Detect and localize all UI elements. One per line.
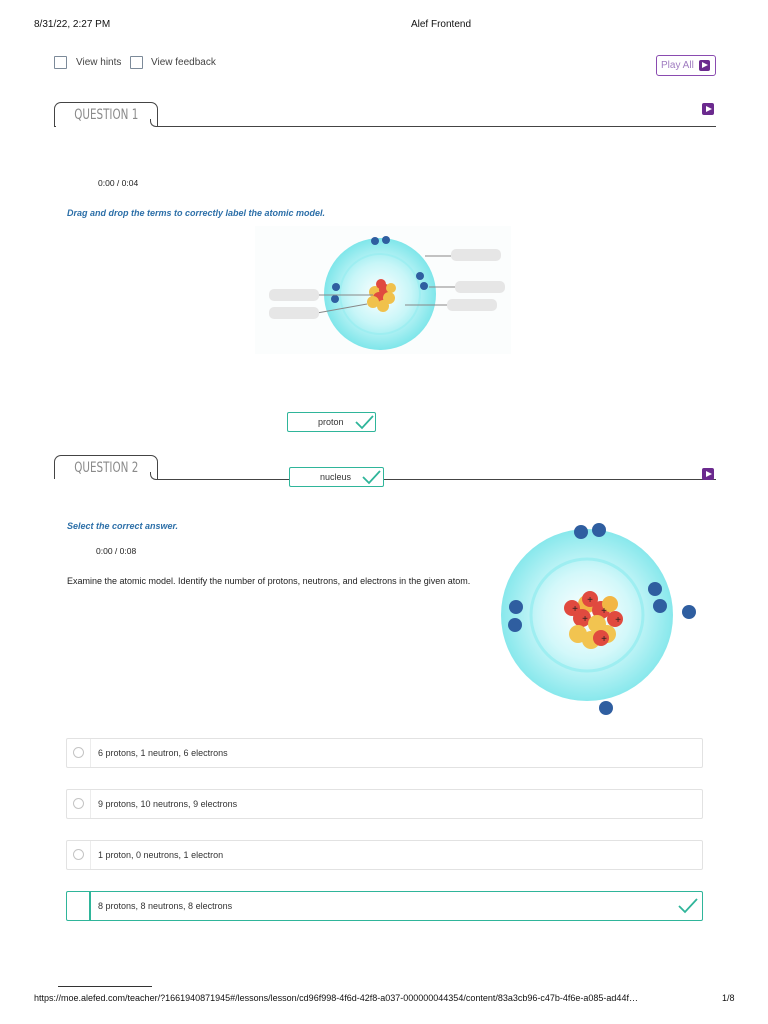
- svg-text:+: +: [587, 595, 593, 606]
- svg-text:+: +: [572, 604, 578, 615]
- question-2-tab: QUESTION 2: [54, 455, 158, 479]
- view-feedback-label[interactable]: View feedback: [151, 57, 216, 68]
- question-2-timestamp: 0:00 / 0:08: [96, 546, 137, 556]
- chip-proton-label: proton: [318, 417, 344, 427]
- radio-area[interactable]: [67, 841, 91, 869]
- answer-option-label: 8 protons, 8 neutrons, 8 electrons: [98, 901, 233, 911]
- answer-option[interactable]: 9 protons, 10 neutrons, 9 electrons: [66, 789, 703, 819]
- radio-icon[interactable]: [73, 747, 84, 758]
- play-all-label: Play All: [661, 60, 694, 71]
- atomic-model-oxygen-image: + + + + + +: [501, 523, 696, 715]
- answer-option-label: 9 protons, 10 neutrons, 9 electrons: [98, 799, 238, 809]
- svg-text:+: +: [582, 614, 588, 625]
- radio-area[interactable]: [67, 790, 91, 818]
- atomic-model-labeling-image: [255, 226, 511, 354]
- drop-zone[interactable]: [447, 299, 497, 311]
- answer-option-correct[interactable]: 8 protons, 8 neutrons, 8 electrons: [66, 891, 703, 921]
- view-hints-label[interactable]: View hints: [76, 57, 121, 68]
- question-2-play-icon[interactable]: [702, 468, 714, 480]
- svg-text:+: +: [601, 606, 607, 617]
- question-2-prompt: Examine the atomic model. Identify the n…: [67, 576, 471, 586]
- question-1-tab: QUESTION 1: [54, 102, 158, 126]
- radio-area[interactable]: [67, 739, 91, 767]
- question-2-divider: [158, 479, 716, 480]
- checkmark-icon: [354, 415, 374, 430]
- drop-zone[interactable]: [455, 281, 505, 293]
- svg-text:+: +: [615, 615, 621, 626]
- question-1-play-icon[interactable]: [702, 103, 714, 115]
- checkmark-icon: [362, 470, 381, 485]
- answer-option-label: 1 proton, 0 neutrons, 1 electron: [98, 850, 224, 860]
- question-2-title: QUESTION 2: [73, 459, 139, 476]
- print-page-number: 1/8: [722, 993, 735, 1003]
- chip-nucleus[interactable]: nucleus: [289, 467, 384, 487]
- question-1-timestamp: 0:00 / 0:04: [98, 178, 139, 188]
- radio-icon[interactable]: [73, 798, 84, 809]
- question-1-title: QUESTION 1: [73, 106, 139, 123]
- drop-zone[interactable]: [269, 307, 319, 319]
- question-1-instruction: Drag and drop the terms to correctly lab…: [67, 208, 326, 218]
- answer-option[interactable]: 6 protons, 1 neutron, 6 electrons: [66, 738, 703, 768]
- tab-edge: [54, 126, 56, 127]
- print-title: Alef Frontend: [410, 19, 472, 30]
- radio-icon[interactable]: [73, 849, 84, 860]
- question-1-divider: [158, 126, 716, 127]
- chip-nucleus-label: nucleus: [320, 472, 352, 482]
- radio-area[interactable]: [67, 892, 91, 920]
- answer-option[interactable]: 1 proton, 0 neutrons, 1 electron: [66, 840, 703, 870]
- drop-zone[interactable]: [269, 289, 319, 301]
- chip-proton[interactable]: proton: [287, 412, 376, 432]
- answer-option-label: 6 protons, 1 neutron, 6 electrons: [98, 748, 228, 758]
- view-hints-checkbox[interactable]: [54, 56, 67, 69]
- view-feedback-checkbox[interactable]: [130, 56, 143, 69]
- svg-text:+: +: [601, 634, 607, 645]
- play-icon: [698, 60, 710, 71]
- print-url: https://moe.alefed.com/teacher/?16619408…: [34, 993, 638, 1003]
- play-all-button[interactable]: Play All: [656, 55, 716, 76]
- checkmark-icon: [678, 898, 698, 914]
- drop-zone[interactable]: [451, 249, 501, 261]
- footer-rule: [58, 986, 152, 987]
- question-2-instruction: Select the correct answer.: [67, 521, 179, 531]
